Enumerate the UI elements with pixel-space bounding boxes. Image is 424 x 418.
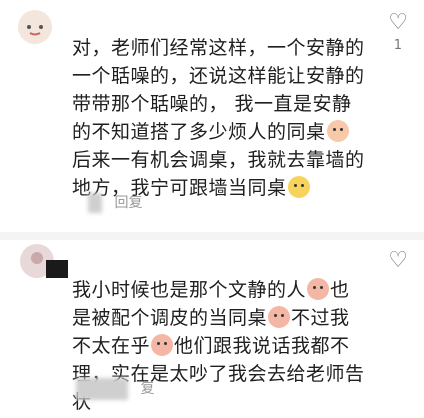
comment-line-text: 是被配个调皮的当同桌 bbox=[72, 307, 268, 329]
redacted-timestamp bbox=[76, 378, 128, 400]
comment-line: 带带那个聒噪的， 我一直是安静 bbox=[72, 93, 352, 115]
comment-line-text: 的不知道搭了多少烦人的同桌 bbox=[72, 121, 326, 143]
comment-line-text: 不太在乎 bbox=[72, 335, 151, 357]
comment-line: 后来一有机会调桌，我就去靠墙的 bbox=[72, 149, 365, 171]
crying-emoji-icon bbox=[268, 306, 291, 328]
heart-like-icon[interactable]: ♡ bbox=[388, 248, 408, 273]
avatar[interactable] bbox=[18, 10, 52, 44]
comment-line-with-emoji: 的不知道搭了多少烦人的同桌 bbox=[72, 118, 372, 146]
comment-line: 对，老师们经常这样，一个安静的 bbox=[72, 37, 365, 59]
comment-meta: 回复 bbox=[72, 192, 142, 213]
reply-button[interactable]: 回复 bbox=[114, 195, 142, 211]
comment-line: 一个聒噪的，还说这样能让安静的 bbox=[72, 65, 365, 87]
comment-meta: 复 bbox=[72, 378, 154, 400]
comment-line-text: 不过我 bbox=[291, 307, 350, 329]
comment-line-with-emoji: 我小时候也是那个文静的人 也 bbox=[72, 276, 372, 304]
comment-line-text: 他们跟我说话我都不 bbox=[174, 335, 350, 357]
comment-text: 对，老师们经常这样，一个安静的 一个聒噪的，还说这样能让安静的 带带那个聒噪的，… bbox=[72, 34, 372, 202]
like-count: 1 bbox=[393, 38, 402, 53]
comment-line-text: 我小时候也是那个文静的人 bbox=[72, 279, 307, 301]
comment-2: 我小时候也是那个文静的人 也 是被配个调皮的当同桌 不过我 不太在乎 他们跟我说话我都… bbox=[0, 232, 424, 418]
comment-line-with-emoji: 不太在乎 他们跟我说话我都不 bbox=[72, 332, 372, 360]
heart-like-icon[interactable]: ♡ bbox=[388, 10, 408, 35]
crying-emoji-icon bbox=[151, 334, 174, 356]
comment-line-text: 也 bbox=[330, 279, 350, 301]
comment-line-with-emoji: 是被配个调皮的当同桌 不过我 bbox=[72, 304, 372, 332]
redacted-username bbox=[46, 260, 68, 278]
grin-emoji-icon bbox=[287, 176, 310, 198]
redacted-timestamp bbox=[88, 193, 102, 213]
crying-emoji-icon bbox=[307, 278, 330, 300]
sweat-emoji-icon bbox=[326, 120, 349, 142]
reply-button[interactable]: 复 bbox=[140, 381, 154, 397]
comment-1: 对，老师们经常这样，一个安静的 一个聒噪的，还说这样能让安静的 带带那个聒噪的，… bbox=[0, 0, 424, 232]
